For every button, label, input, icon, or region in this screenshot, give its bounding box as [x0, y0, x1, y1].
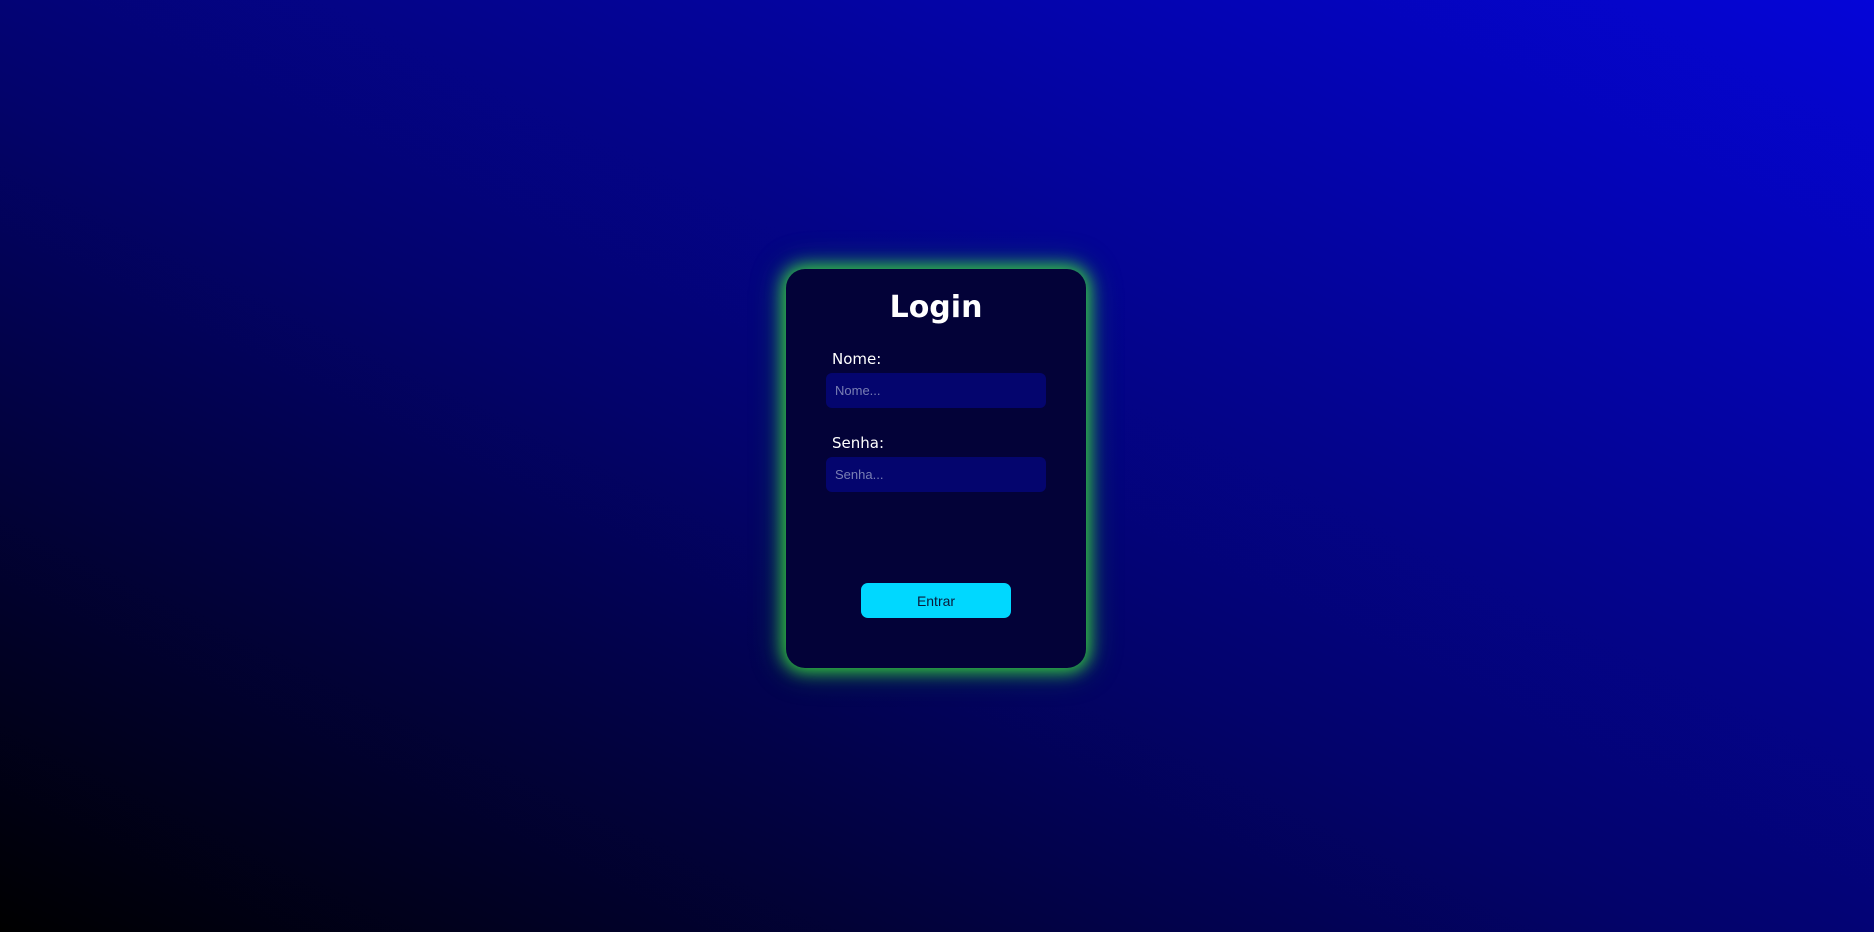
submit-button[interactable]: Entrar	[861, 583, 1011, 618]
name-label: Nome:	[832, 350, 882, 368]
password-label: Senha:	[832, 434, 885, 452]
name-input[interactable]	[826, 373, 1046, 408]
login-title: Login	[889, 290, 983, 325]
login-card: Login Nome: Senha: Entrar	[786, 269, 1086, 668]
password-input[interactable]	[826, 457, 1046, 492]
